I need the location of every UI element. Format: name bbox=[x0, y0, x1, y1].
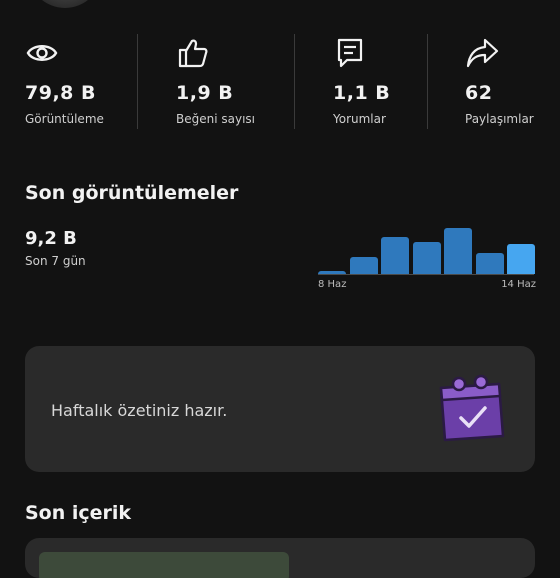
stat-likes[interactable]: 1,9 B Beğeni sayısı bbox=[176, 32, 286, 130]
divider bbox=[427, 34, 428, 129]
weekly-summary-card[interactable]: Haftalık özetiniz hazır. bbox=[25, 346, 535, 472]
stats-row: 79,8 B Görüntüleme 1,9 B Beğeni sayısı 1… bbox=[0, 32, 560, 130]
calendar-check-icon bbox=[435, 374, 509, 446]
chart-bar[interactable] bbox=[381, 237, 409, 274]
avatar[interactable] bbox=[28, 0, 102, 8]
chart-bar[interactable] bbox=[507, 243, 535, 274]
recent-content-title: Son içerik bbox=[25, 502, 132, 524]
recent-content-card[interactable] bbox=[25, 538, 535, 578]
stat-label: Beğeni sayısı bbox=[176, 112, 255, 126]
recent-views-value: 9,2 B bbox=[25, 228, 77, 249]
stat-value: 1,9 B bbox=[176, 82, 234, 104]
chart-tick-label: 14 Haz bbox=[501, 279, 536, 290]
recent-views-title: Son görüntülemeler bbox=[25, 182, 239, 204]
comment-icon bbox=[333, 36, 367, 70]
chart-bar[interactable] bbox=[444, 228, 472, 274]
summary-text: Haftalık özetiniz hazır. bbox=[51, 401, 228, 420]
recent-views-period: Son 7 gün bbox=[25, 254, 86, 268]
stat-label: Paylaşımlar bbox=[465, 112, 534, 126]
eye-icon bbox=[25, 36, 59, 70]
stat-value: 1,1 B bbox=[333, 82, 391, 104]
chart-baseline bbox=[318, 274, 534, 275]
chart-bar[interactable] bbox=[318, 270, 346, 274]
content-thumbnail bbox=[39, 552, 289, 578]
stat-comments[interactable]: 1,1 B Yorumlar bbox=[333, 32, 423, 130]
chart-bar[interactable] bbox=[349, 257, 378, 274]
stat-label: Yorumlar bbox=[333, 112, 386, 126]
stat-value: 62 bbox=[465, 82, 493, 104]
stat-views[interactable]: 79,8 B Görüntüleme bbox=[25, 32, 135, 130]
chart-bar[interactable] bbox=[412, 241, 441, 274]
divider bbox=[137, 34, 138, 129]
stat-value: 79,8 B bbox=[25, 82, 96, 104]
thumbs-up-icon bbox=[176, 36, 210, 70]
chart-bar[interactable] bbox=[475, 252, 504, 274]
share-icon bbox=[465, 36, 499, 70]
views-bar-chart[interactable]: 8 Haz 14 Haz bbox=[316, 218, 536, 298]
stat-shares[interactable]: 62 Paylaşımlar bbox=[465, 32, 555, 130]
divider bbox=[294, 34, 295, 129]
stat-label: Görüntüleme bbox=[25, 112, 104, 126]
chart-tick-label: 8 Haz bbox=[318, 279, 347, 290]
